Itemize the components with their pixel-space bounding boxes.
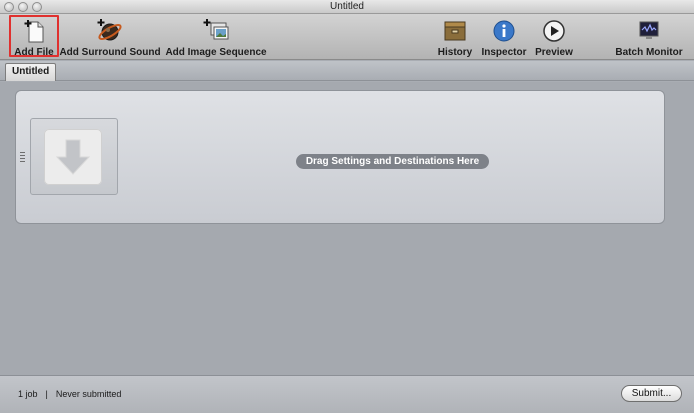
batch-area: Drag Settings and Destinations Here: [0, 82, 694, 375]
compressor-window: Untitled Add File Add Surround Sound Add…: [0, 0, 694, 413]
source-drop-well[interactable]: [30, 118, 118, 195]
add-image-sequence-button[interactable]: Add Image Sequence: [165, 14, 267, 60]
status-bar: 1 job | Never submitted Submit...: [0, 375, 694, 413]
image-sequence-icon: [202, 17, 230, 45]
history-label: History: [437, 47, 473, 58]
inspector-button[interactable]: Inspector: [480, 14, 528, 60]
window-title: Untitled: [330, 1, 364, 12]
drop-hint: Drag Settings and Destinations Here: [296, 154, 489, 169]
title-bar: Untitled: [0, 0, 694, 14]
preview-label: Preview: [535, 47, 573, 58]
batch-monitor-label: Batch Monitor: [615, 47, 683, 58]
submission-status: Never submitted: [55, 389, 122, 399]
job-card[interactable]: Drag Settings and Destinations Here: [15, 90, 665, 224]
inspector-label: Inspector: [481, 47, 527, 58]
job-count: 1 job: [18, 389, 38, 399]
batch-monitor-icon: [635, 17, 663, 45]
batch-tab-strip: Untitled: [0, 61, 694, 81]
add-surround-sound-button[interactable]: Add Surround Sound: [59, 14, 161, 60]
toolbar: Add File Add Surround Sound Add Image Se…: [0, 14, 694, 60]
submit-button[interactable]: Submit...: [621, 385, 682, 402]
add-surround-sound-label: Add Surround Sound: [59, 47, 161, 58]
status-separator: |: [45, 389, 48, 399]
add-image-sequence-label: Add Image Sequence: [165, 47, 267, 58]
history-icon: [441, 17, 469, 45]
add-file-highlight: [9, 15, 59, 57]
status-text: 1 job | Never submitted: [18, 389, 121, 399]
preview-button[interactable]: Preview: [534, 14, 574, 60]
batch-monitor-button[interactable]: Batch Monitor: [615, 14, 683, 60]
inspector-icon: [490, 17, 518, 45]
drag-handle-icon[interactable]: [20, 152, 26, 166]
preview-icon: [540, 17, 568, 45]
surround-sound-icon: [96, 17, 124, 45]
history-button[interactable]: History: [436, 14, 474, 60]
drop-arrow-icon: [44, 129, 102, 185]
tab-untitled[interactable]: Untitled: [5, 63, 57, 81]
